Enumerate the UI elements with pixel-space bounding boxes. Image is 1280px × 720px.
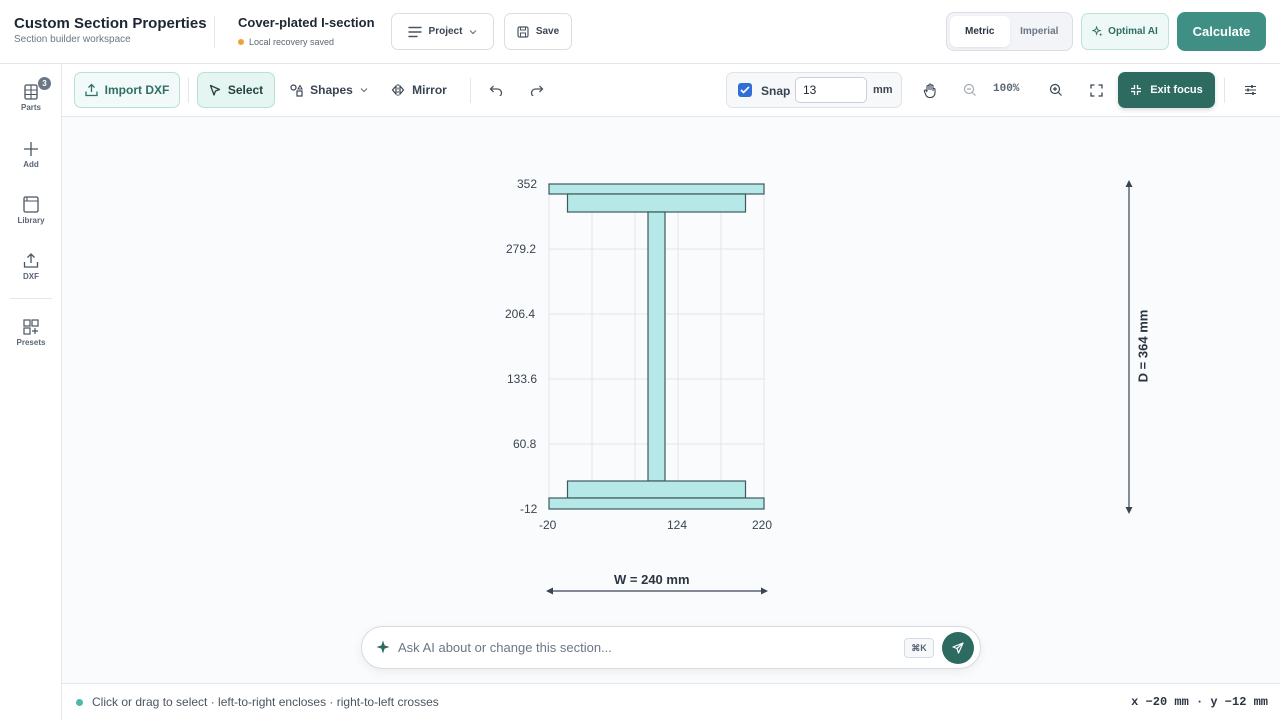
send-button[interactable] bbox=[942, 632, 974, 664]
web[interactable] bbox=[647, 211, 666, 482]
depth-dimension-arrow bbox=[1125, 180, 1133, 514]
section-drawing bbox=[546, 180, 1133, 595]
section-shapes[interactable] bbox=[548, 183, 765, 510]
bottom-flange[interactable] bbox=[566, 480, 747, 499]
width-dimension-arrow bbox=[546, 587, 768, 595]
top-flange[interactable] bbox=[566, 193, 747, 213]
sparkle-icon bbox=[376, 640, 390, 654]
top-cover-plate[interactable] bbox=[548, 183, 765, 195]
ai-prompt-bar[interactable]: Ask AI about or change this section... ⌘… bbox=[361, 626, 981, 669]
y-tick-label: 133.6 bbox=[507, 372, 538, 386]
y-tick-label: 60.8 bbox=[513, 437, 537, 451]
y-tick-label: 206.4 bbox=[505, 307, 536, 321]
ai-prompt-input[interactable]: Ask AI about or change this section... bbox=[398, 640, 612, 655]
x-tick-label: 124 bbox=[667, 518, 688, 532]
keyboard-shortcut-hint: ⌘K bbox=[904, 638, 934, 658]
x-tick-label: -20 bbox=[539, 518, 557, 532]
status-indicator-icon bbox=[76, 699, 83, 706]
y-tick-label: 352 bbox=[517, 177, 538, 191]
status-bar: Click or drag to select · left-to-right … bbox=[62, 683, 1280, 720]
x-tick-label: 220 bbox=[752, 518, 773, 532]
send-icon bbox=[952, 642, 964, 654]
cursor-coordinates: x −20 mm · y −12 mm bbox=[1131, 695, 1268, 709]
depth-dimension-label: D = 364 mm bbox=[1135, 309, 1151, 383]
y-tick-label: 279.2 bbox=[506, 242, 537, 256]
y-tick-label: -12 bbox=[520, 502, 538, 516]
width-dimension-label: W = 240 mm bbox=[614, 572, 690, 587]
status-hint: Click or drag to select · left-to-right … bbox=[92, 695, 439, 709]
bottom-cover-plate[interactable] bbox=[548, 497, 765, 510]
